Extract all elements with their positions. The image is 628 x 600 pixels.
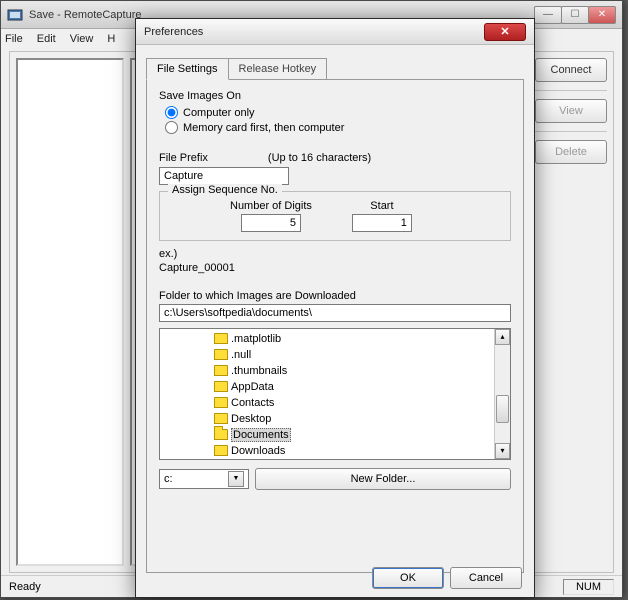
drive-value: c: <box>164 473 173 485</box>
example-label: ex.) <box>159 247 511 261</box>
folder-icon <box>214 413 228 424</box>
radio-computer-only[interactable]: Computer only <box>165 106 511 119</box>
tab-release-hotkey[interactable]: Release Hotkey <box>229 58 328 80</box>
download-folder-label: Folder to which Images are Downloaded <box>159 290 511 302</box>
thumbnail-pane[interactable] <box>16 58 124 566</box>
file-prefix-input[interactable] <box>159 167 289 185</box>
folder-icon <box>214 365 228 376</box>
radio-memory-first-label: Memory card first, then computer <box>183 122 344 134</box>
tab-file-settings[interactable]: File Settings <box>146 58 229 80</box>
tree-item-label: Downloads <box>231 445 285 457</box>
tree-item-label: AppData <box>231 381 274 393</box>
close-button[interactable]: ✕ <box>588 6 616 24</box>
dialog-close-button[interactable]: ✕ <box>484 23 526 41</box>
tree-item-label: .matplotlib <box>231 333 281 345</box>
status-num: NUM <box>563 579 614 595</box>
tree-item[interactable]: AppData <box>198 379 494 395</box>
tree-item[interactable]: Documents <box>198 427 494 443</box>
tab-panel: Save Images On Computer only Memory card… <box>146 79 524 573</box>
dialog-titlebar[interactable]: Preferences ✕ <box>136 19 534 45</box>
scroll-thumb[interactable] <box>496 395 509 423</box>
chevron-down-icon: ▼ <box>228 471 244 487</box>
folder-icon <box>214 429 228 440</box>
radio-memory-first-input[interactable] <box>165 121 178 134</box>
tree-item[interactable]: .thumbnails <box>198 363 494 379</box>
radio-computer-only-label: Computer only <box>183 107 255 119</box>
folder-icon <box>214 445 228 456</box>
tree-item-label: .null <box>231 349 251 361</box>
divider <box>535 131 607 132</box>
save-images-label: Save Images On <box>159 90 511 102</box>
tree-item-label: Contacts <box>231 397 274 409</box>
preferences-dialog: Preferences ✕ File Settings Release Hotk… <box>135 18 535 598</box>
menu-truncated[interactable]: H <box>107 33 115 45</box>
file-prefix-hint: (Up to 16 characters) <box>268 152 371 164</box>
folder-icon <box>214 349 228 360</box>
side-buttons: Connect View Delete <box>535 58 607 566</box>
drive-select[interactable]: c: ▼ <box>159 469 249 489</box>
digits-input[interactable] <box>241 214 301 232</box>
minimize-button[interactable]: — <box>534 6 562 24</box>
tree-scrollbar[interactable]: ▴ ▾ <box>494 329 510 459</box>
tree-item-label: .thumbnails <box>231 365 287 377</box>
delete-button[interactable]: Delete <box>535 140 607 164</box>
cancel-button[interactable]: Cancel <box>450 567 522 589</box>
tree-item[interactable]: Downloads <box>198 443 494 459</box>
status-ready: Ready <box>9 581 41 593</box>
folder-tree[interactable]: .matplotlib .null .thumbnails AppData Contac… <box>159 328 511 460</box>
scroll-down-button[interactable]: ▾ <box>495 443 510 459</box>
app-icon <box>7 7 23 23</box>
sequence-group: Assign Sequence No. Number of Digits Sta… <box>159 191 511 241</box>
divider <box>535 90 607 91</box>
view-button[interactable]: View <box>535 99 607 123</box>
new-folder-button[interactable]: New Folder... <box>255 468 511 490</box>
folder-icon <box>214 333 228 344</box>
start-input[interactable] <box>352 214 412 232</box>
example-value: Capture_00001 <box>159 261 511 275</box>
radio-memory-first[interactable]: Memory card first, then computer <box>165 121 511 134</box>
scroll-track[interactable] <box>495 345 510 443</box>
tree-item[interactable]: .matplotlib <box>198 331 494 347</box>
folder-icon <box>214 381 228 392</box>
tabstrip: File Settings Release Hotkey <box>146 57 524 79</box>
ok-button[interactable]: OK <box>372 567 444 589</box>
file-prefix-label: File Prefix <box>159 152 208 164</box>
connect-button[interactable]: Connect <box>535 58 607 82</box>
start-label: Start <box>370 200 393 212</box>
tree-item[interactable]: Contacts <box>198 395 494 411</box>
menu-view[interactable]: View <box>70 33 94 45</box>
folder-icon <box>214 397 228 408</box>
tree-item[interactable]: .null <box>198 347 494 363</box>
example-block: ex.) Capture_00001 <box>159 247 511 276</box>
menu-file[interactable]: File <box>5 33 23 45</box>
scroll-up-button[interactable]: ▴ <box>495 329 510 345</box>
radio-computer-only-input[interactable] <box>165 106 178 119</box>
digits-label: Number of Digits <box>230 200 312 212</box>
download-path-input[interactable] <box>159 304 511 322</box>
tree-item-label: Desktop <box>231 413 271 425</box>
maximize-button[interactable]: ☐ <box>561 6 589 24</box>
menu-edit[interactable]: Edit <box>37 33 56 45</box>
sequence-legend: Assign Sequence No. <box>168 184 282 196</box>
dialog-title: Preferences <box>144 26 484 38</box>
tree-item[interactable]: Desktop <box>198 411 494 427</box>
tree-item-label: Documents <box>231 428 291 442</box>
